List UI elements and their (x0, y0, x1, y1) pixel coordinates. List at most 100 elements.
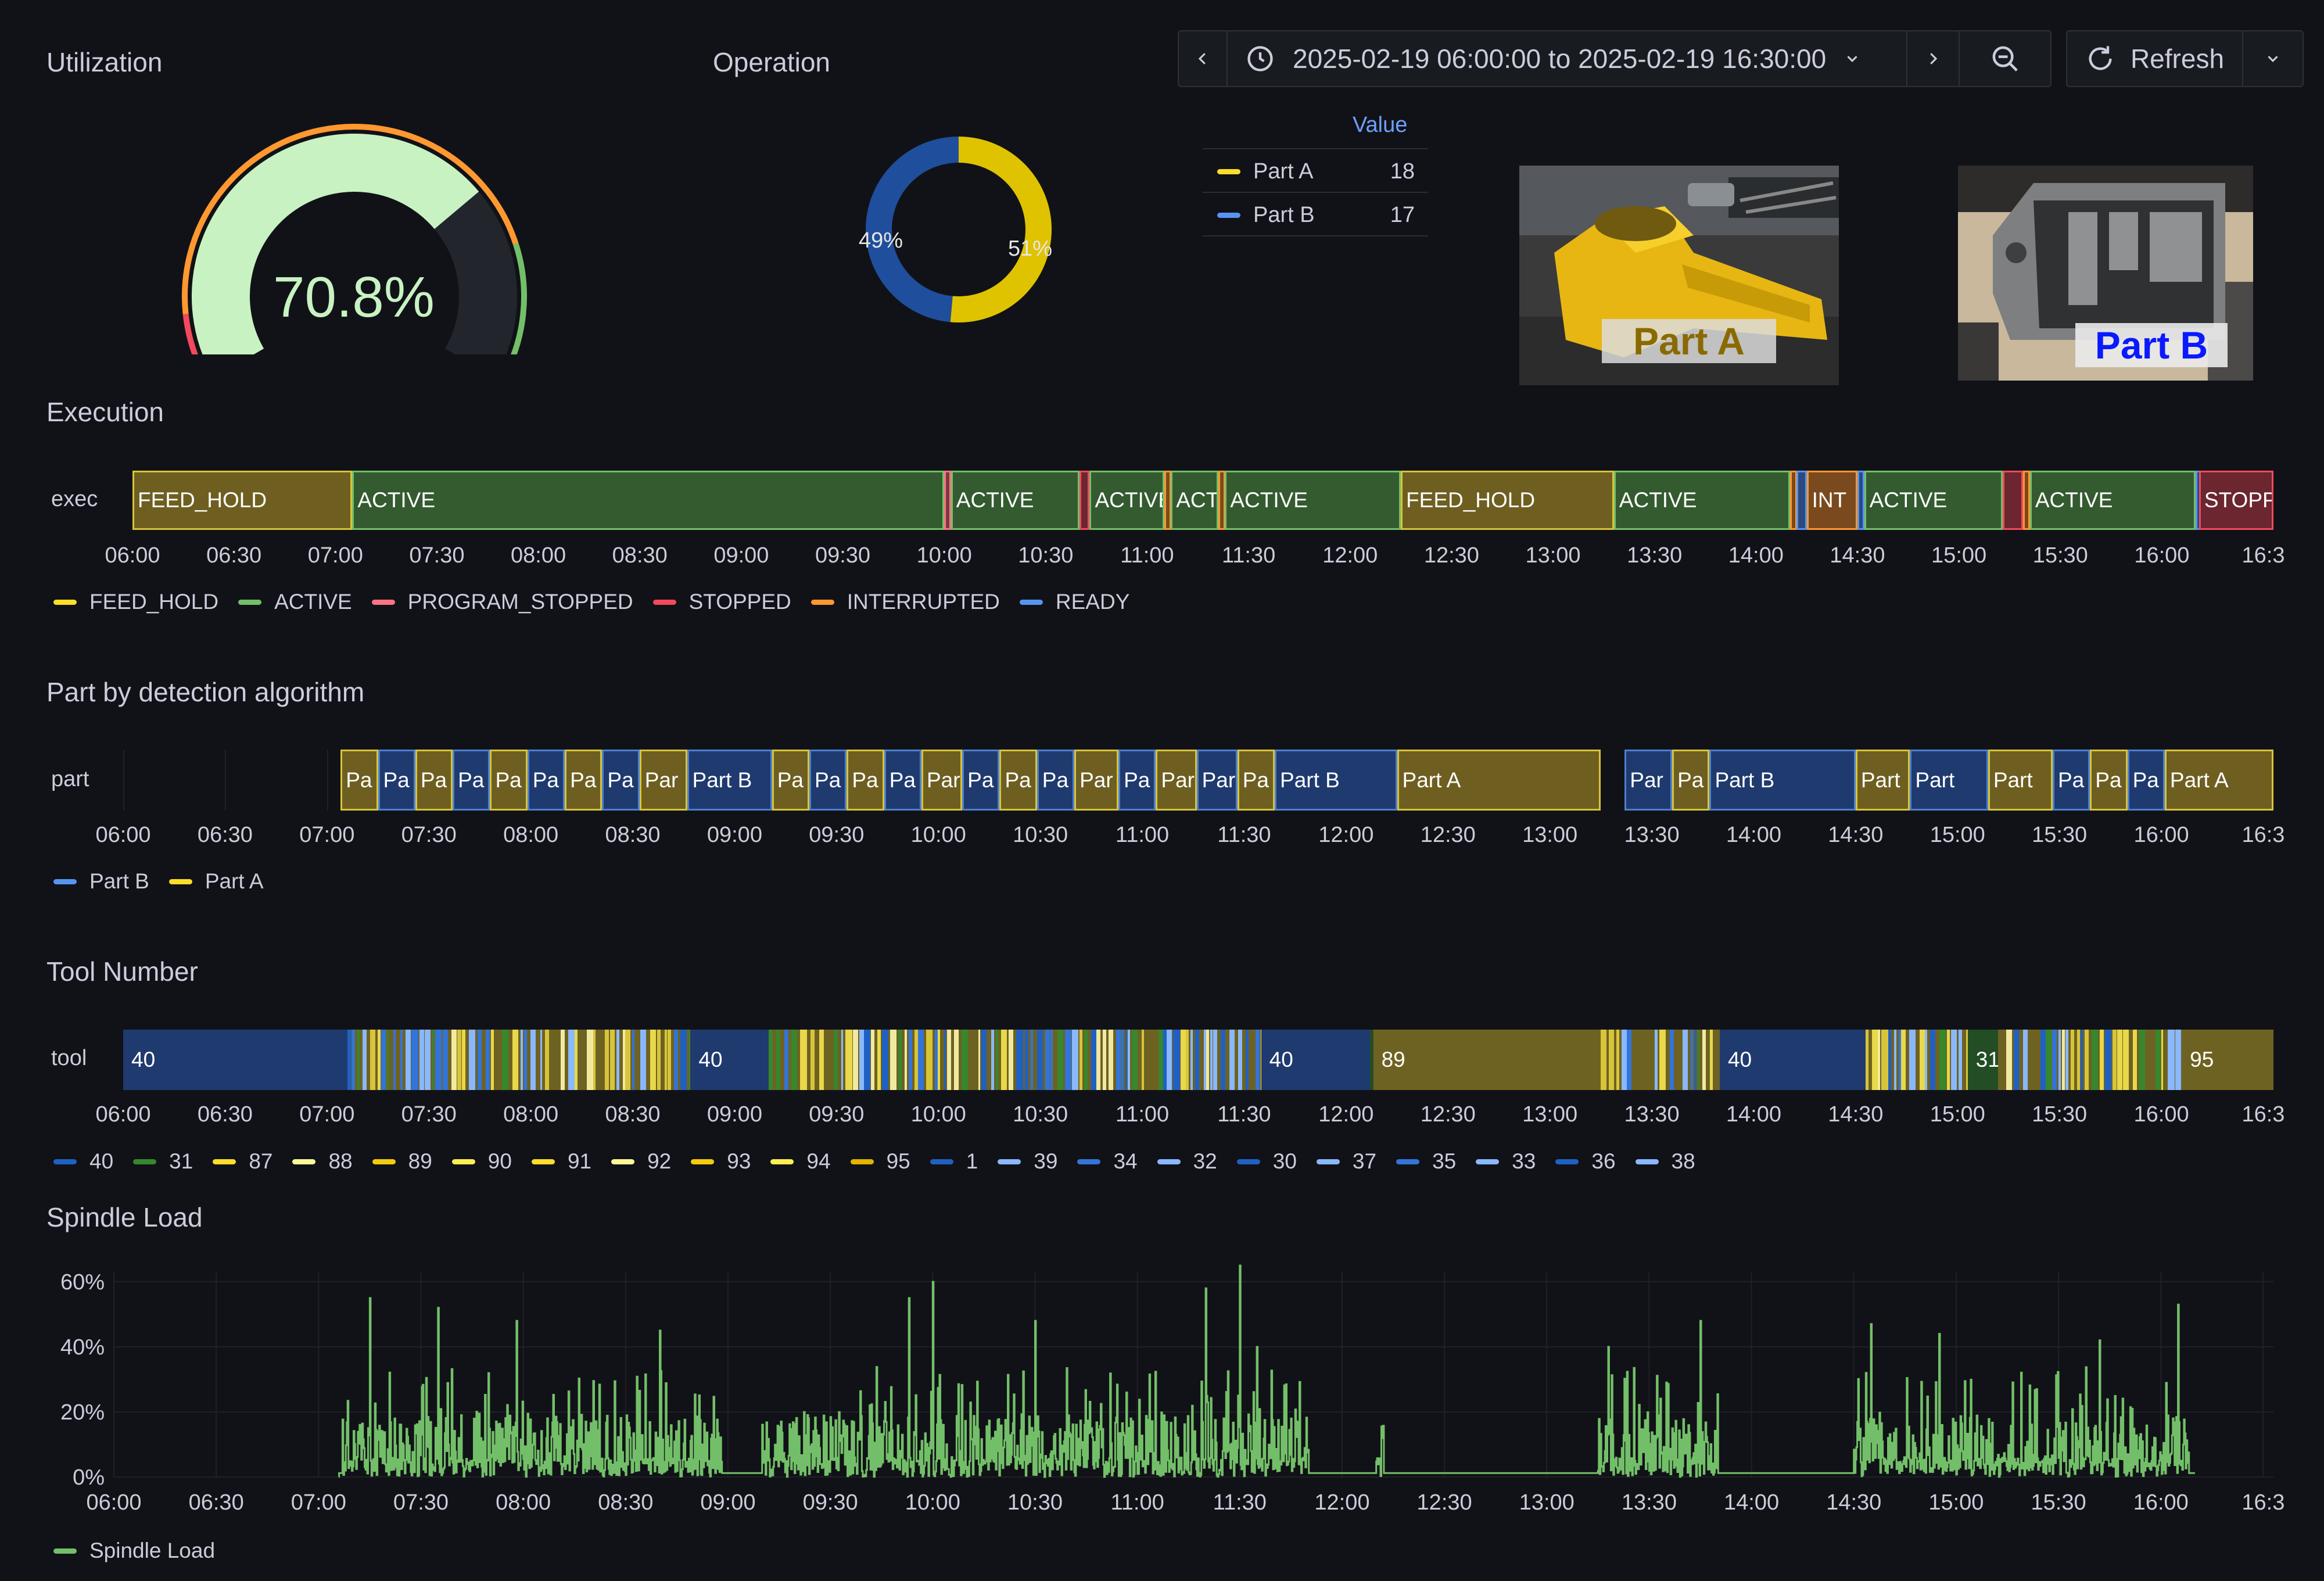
legend-item-40[interactable]: 40 (53, 1149, 113, 1174)
tool-stripe[interactable] (636, 1030, 639, 1090)
legend-item-93[interactable]: 93 (691, 1149, 751, 1174)
part-segment-part-b[interactable]: Part B (1275, 750, 1397, 811)
tool-stripe[interactable] (1132, 1030, 1138, 1090)
tool-stripe[interactable] (2065, 1030, 2068, 1090)
part-segment-part-b[interactable]: Par (1196, 750, 1238, 811)
tool-stripe[interactable] (1229, 1030, 1235, 1090)
tool-stripe[interactable] (954, 1030, 959, 1090)
time-range-forward-button[interactable] (1906, 30, 1960, 87)
tool-stripe[interactable] (1037, 1030, 1043, 1090)
tool-stripe[interactable] (1947, 1030, 1950, 1090)
legend-item-31[interactable]: 31 (133, 1149, 193, 1174)
tool-stripe[interactable] (799, 1030, 807, 1090)
tool-stripe[interactable] (1116, 1030, 1121, 1090)
legend-item-35[interactable]: 35 (1396, 1149, 1456, 1174)
tool-stripe[interactable] (2006, 1030, 2012, 1090)
tool-stripe[interactable] (1238, 1030, 1242, 1090)
tool-stripe[interactable] (1930, 1030, 1936, 1090)
execution-segment-active[interactable]: ACTIVE (1089, 471, 1164, 530)
tool-stripe[interactable] (791, 1030, 798, 1090)
tool-stripe[interactable] (863, 1030, 871, 1090)
tool-segment-31[interactable]: 31 (1967, 1030, 1999, 1090)
tool-stripe[interactable] (1057, 1030, 1063, 1090)
legend-item-32[interactable]: 32 (1157, 1149, 1217, 1174)
tool-stripe[interactable] (657, 1030, 661, 1090)
tool-stripe[interactable] (1659, 1030, 1666, 1090)
time-range-back-button[interactable] (1178, 30, 1228, 87)
tool-stripe[interactable] (1634, 1030, 1636, 1090)
tool-stripe[interactable] (2104, 1030, 2111, 1090)
tool-stripe[interactable] (1900, 1030, 1906, 1090)
execution-segment-active[interactable]: ACTIVE (951, 471, 1079, 530)
tool-stripe[interactable] (947, 1030, 951, 1090)
tool-stripe[interactable] (347, 1030, 352, 1090)
legend-item-39[interactable]: 39 (998, 1149, 1057, 1174)
tool-segment-40[interactable]: 40 (690, 1030, 769, 1090)
tool-stripe[interactable] (1147, 1030, 1155, 1090)
tool-stripe[interactable] (2077, 1030, 2080, 1090)
tool-stripe[interactable] (560, 1030, 565, 1090)
part-segment-part-a[interactable]: Par (1074, 750, 1119, 811)
tool-stripe[interactable] (826, 1030, 831, 1090)
part-segment-part-b[interactable]: Pa (809, 750, 847, 811)
tool-stripe[interactable] (981, 1030, 987, 1090)
execution-segment-interrupted[interactable] (1218, 471, 1225, 530)
tool-stripe[interactable] (2123, 1030, 2129, 1090)
tool-stripe[interactable] (1065, 1030, 1071, 1090)
tool-stripe[interactable] (1008, 1030, 1013, 1090)
legend-item-stopped[interactable]: STOPPED (652, 590, 791, 614)
legend-item-87[interactable]: 87 (213, 1149, 272, 1174)
tool-stripe[interactable] (593, 1030, 596, 1090)
tool-stripe[interactable] (909, 1030, 912, 1090)
part-segment-part-b[interactable]: Pa (2052, 750, 2090, 811)
tool-stripe[interactable] (2052, 1030, 2057, 1090)
tool-stripe[interactable] (961, 1030, 968, 1090)
part-segment-part-a[interactable]: Pa (490, 750, 528, 811)
spindle-load-line[interactable] (338, 1264, 2195, 1478)
tool-stripe[interactable] (1121, 1030, 1124, 1090)
tool-stripe[interactable] (432, 1030, 435, 1090)
tool-stripe[interactable] (944, 1030, 946, 1090)
tool-segment-89[interactable]: 89 (1373, 1030, 1601, 1090)
part-segment-part-a[interactable]: Par (921, 750, 963, 811)
tool-stripe[interactable] (435, 1030, 442, 1090)
tool-stripe[interactable] (477, 1030, 482, 1090)
execution-segment-stopped[interactable] (2003, 471, 2024, 530)
tool-segment-40[interactable]: 40 (1261, 1030, 1370, 1090)
execution-segment-active[interactable]: ACTIVE (1864, 471, 2003, 530)
tool-stripe[interactable] (1045, 1030, 1050, 1090)
tool-stripe[interactable] (587, 1030, 593, 1090)
part-segment-part-a[interactable]: Pa (565, 750, 602, 811)
tool-stripe[interactable] (1925, 1030, 1928, 1090)
tool-stripe[interactable] (1001, 1030, 1007, 1090)
tool-stripe[interactable] (870, 1030, 875, 1090)
tool-stripe[interactable] (668, 1030, 671, 1090)
part-segment-part-a[interactable]: Pa (847, 750, 884, 811)
tool-stripe[interactable] (1894, 1030, 1897, 1090)
tool-stripe[interactable] (501, 1030, 509, 1090)
tool-stripe[interactable] (2156, 1030, 2161, 1090)
legend-item-92[interactable]: 92 (611, 1149, 671, 1174)
tool-stripe[interactable] (914, 1030, 918, 1090)
tool-stripe[interactable] (810, 1030, 815, 1090)
part-segment-part-b[interactable]: Pa (453, 750, 490, 811)
legend-item-37[interactable]: 37 (1316, 1149, 1376, 1174)
tool-stripe[interactable] (1998, 1030, 2002, 1090)
tool-stripe[interactable] (819, 1030, 824, 1090)
part-segment-part-a[interactable]: Pa (1672, 750, 1710, 811)
zoom-out-button[interactable] (1959, 30, 2052, 87)
tool-stripe[interactable] (2099, 1030, 2104, 1090)
tool-stripe[interactable] (640, 1030, 646, 1090)
tool-stripe[interactable] (381, 1030, 386, 1090)
tool-stripe[interactable] (1878, 1030, 1880, 1090)
tool-stripe[interactable] (898, 1030, 902, 1090)
part-segment-part-a[interactable]: Part A (1397, 750, 1601, 811)
tool-stripe[interactable] (664, 1030, 667, 1090)
tool-stripe[interactable] (904, 1030, 907, 1090)
tool-stripe[interactable] (1888, 1030, 1892, 1090)
tool-stripe[interactable] (1246, 1030, 1249, 1090)
execution-segment-active[interactable]: ACTIVE (2029, 471, 2196, 530)
tool-stripe[interactable] (457, 1030, 462, 1090)
tool-stripe[interactable] (1608, 1030, 1615, 1090)
tool-stripe[interactable] (524, 1030, 528, 1090)
